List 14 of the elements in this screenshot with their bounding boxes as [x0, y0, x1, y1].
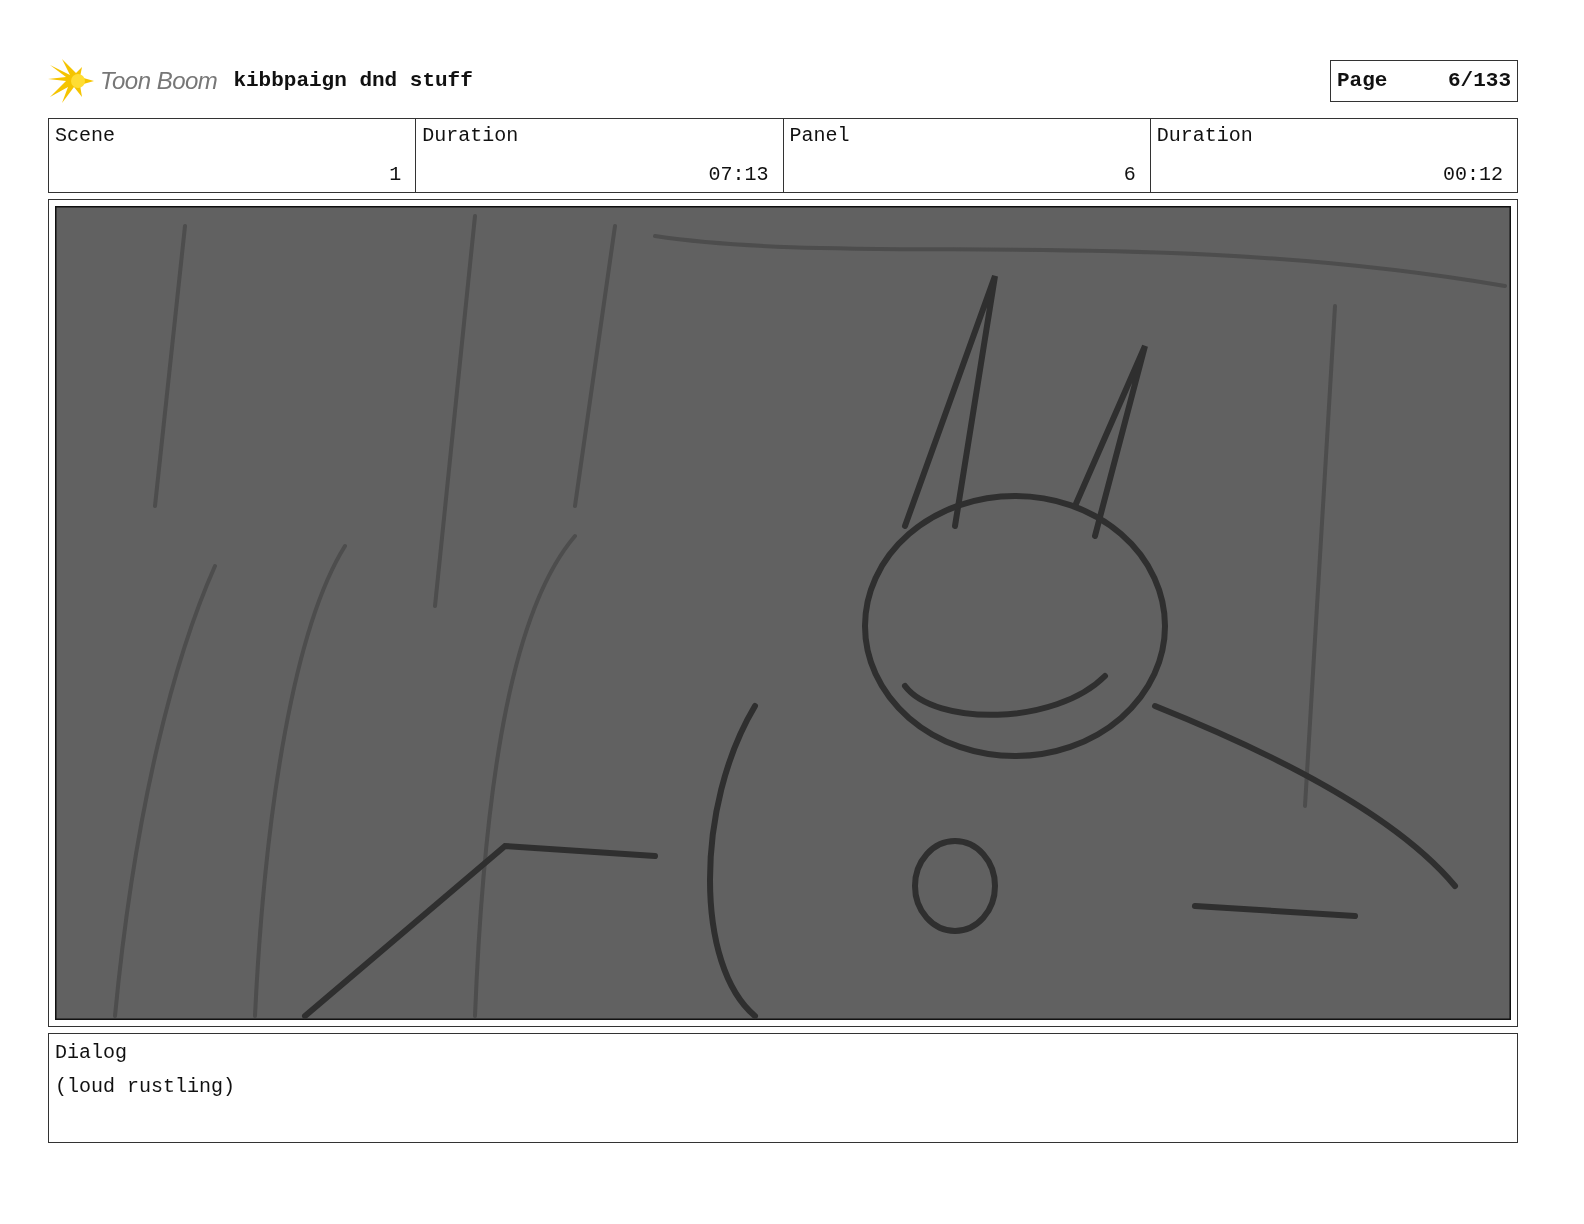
- page-label: Page: [1337, 68, 1388, 95]
- field-label: Panel: [789, 123, 851, 149]
- field-label: Duration: [422, 123, 520, 149]
- field-label: Duration: [1156, 123, 1254, 149]
- storyboard-title: kibbpaign dnd stuff: [233, 68, 473, 95]
- page-number: 6/133: [1448, 68, 1511, 95]
- field-value: 1: [388, 162, 402, 188]
- field-value: 07:13: [707, 162, 769, 188]
- field-label: Scene: [55, 123, 116, 149]
- field-value: 00:12: [1442, 162, 1503, 188]
- dialog-label: Dialog: [55, 1040, 128, 1066]
- logo-text: Toon Boom: [100, 66, 218, 96]
- field-value: 6: [1122, 162, 1136, 188]
- dialog-text: (loud rustling): [55, 1074, 237, 1100]
